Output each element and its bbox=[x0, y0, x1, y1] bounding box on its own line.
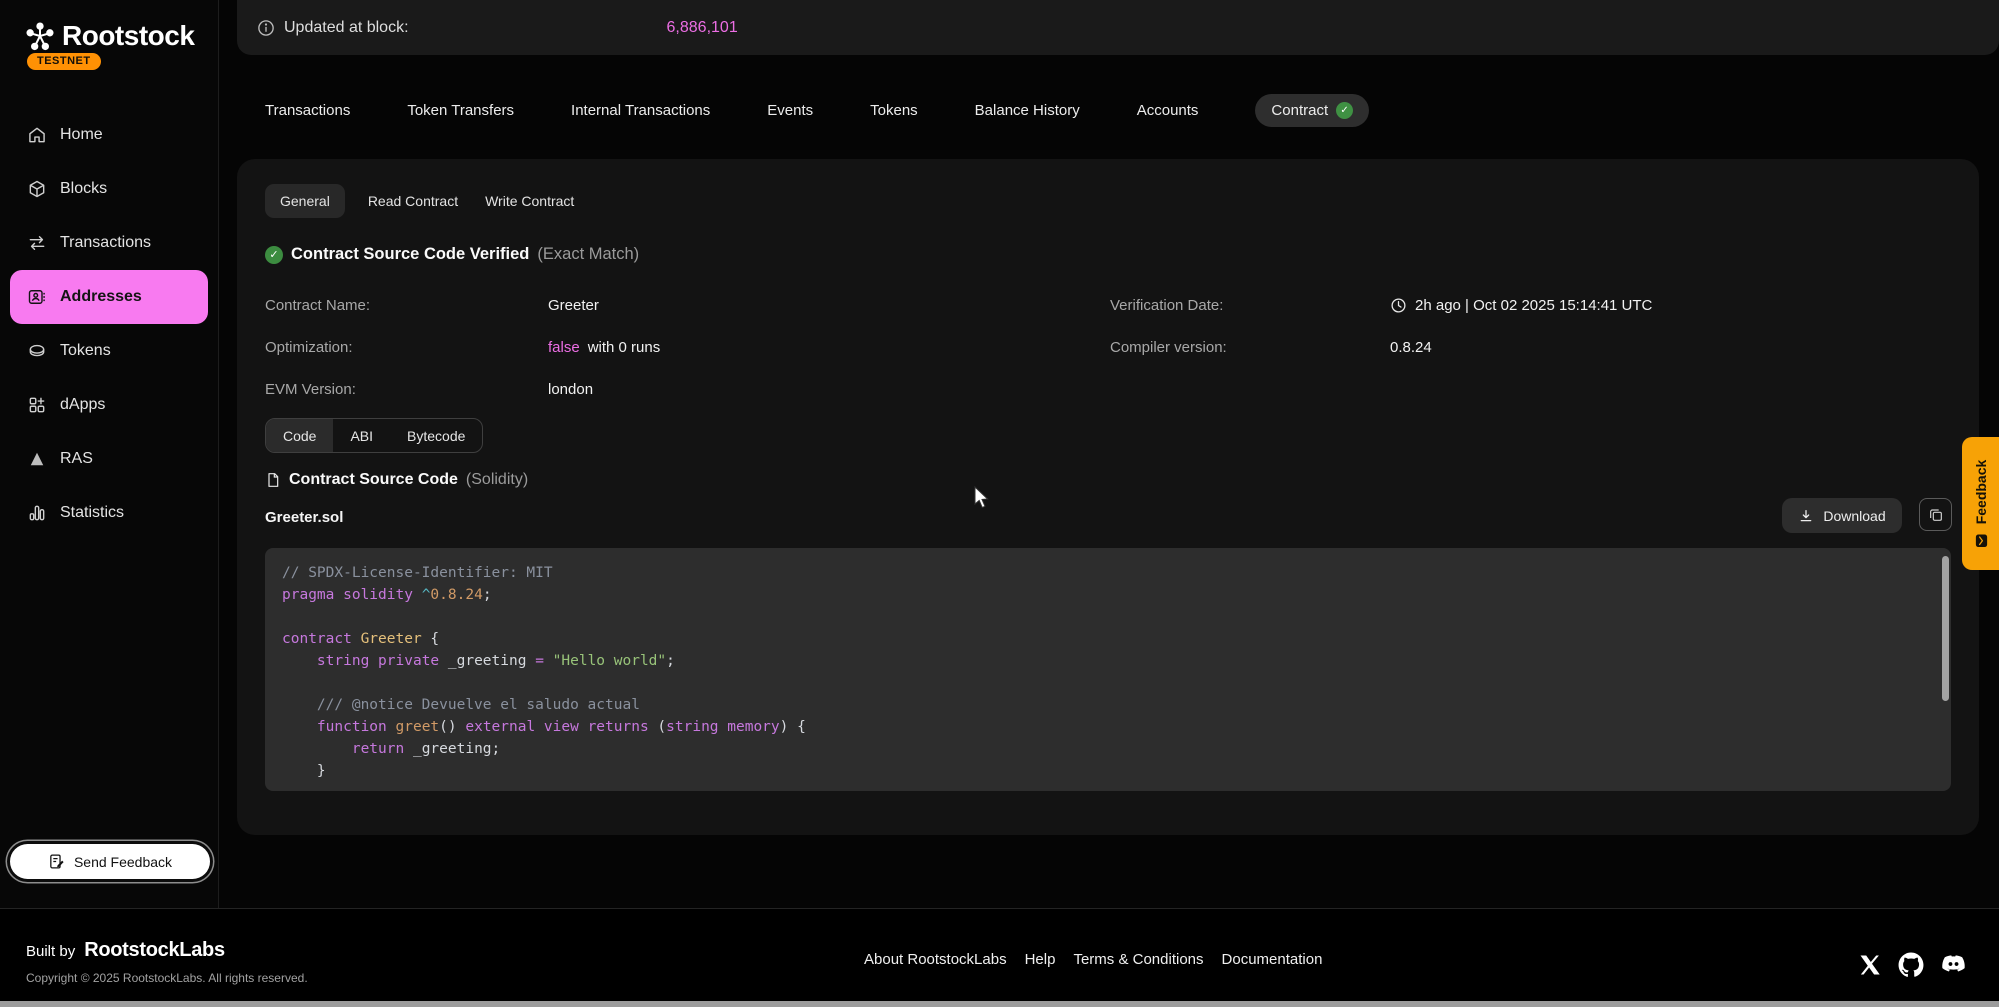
source-code-block[interactable]: // SPDX-License-Identifier: MITpragma so… bbox=[265, 548, 1951, 791]
copy-source-button[interactable] bbox=[1919, 498, 1952, 531]
compiler-version-label: Compiler version: bbox=[1110, 339, 1390, 356]
source-code-heading: Contract Source Code (Solidity) bbox=[265, 471, 528, 489]
brand-logo[interactable]: Rootstock bbox=[24, 20, 194, 52]
subtab-write-contract[interactable]: Write Contract bbox=[481, 184, 578, 218]
sidebar-item-tokens[interactable]: Tokens bbox=[0, 324, 218, 378]
copyright-text: Copyright © 2025 RootstockLabs. All righ… bbox=[26, 971, 308, 985]
send-feedback-button[interactable]: Send Feedback bbox=[10, 844, 210, 879]
optimization-value: false with 0 runs bbox=[548, 339, 1110, 356]
brand-name: Rootstock bbox=[62, 20, 194, 52]
feedback-form-icon bbox=[48, 853, 65, 870]
verified-check-icon: ✓ bbox=[265, 246, 283, 264]
home-icon bbox=[27, 125, 47, 145]
rootstock-logo-icon bbox=[24, 20, 56, 52]
sidebar-item-transactions[interactable]: Transactions bbox=[0, 216, 218, 270]
contract-panel: General Read Contract Write Contract ✓ C… bbox=[237, 159, 1979, 835]
sidebar: Rootstock TESTNET Home Blocks Transactio… bbox=[0, 0, 219, 908]
download-button[interactable]: Download bbox=[1782, 498, 1902, 533]
info-icon bbox=[257, 19, 275, 37]
verification-date-label: Verification Date: bbox=[1110, 297, 1390, 314]
sidebar-item-statistics[interactable]: Statistics bbox=[0, 486, 218, 540]
discord-icon[interactable] bbox=[1940, 951, 1967, 978]
tab-balance-history[interactable]: Balance History bbox=[975, 102, 1080, 119]
download-icon bbox=[1798, 508, 1814, 524]
updated-block-label: Updated at block: bbox=[284, 19, 409, 37]
contract-fields: Contract Name: Greeter Verification Date… bbox=[265, 284, 1652, 410]
evm-version-value: london bbox=[548, 381, 1110, 398]
clock-icon bbox=[1390, 297, 1407, 314]
sidebar-item-addresses[interactable]: Addresses bbox=[10, 270, 208, 324]
tab-accounts[interactable]: Accounts bbox=[1137, 102, 1199, 119]
contract-name-value: Greeter bbox=[548, 297, 1110, 314]
github-icon[interactable] bbox=[1898, 952, 1924, 978]
code-scrollbar-thumb[interactable] bbox=[1942, 556, 1949, 701]
feedback-envelope-icon bbox=[1973, 533, 1988, 548]
tab-events[interactable]: Events bbox=[767, 102, 813, 119]
horizontal-scrollbar[interactable] bbox=[0, 1001, 1999, 1007]
sidebar-item-ras[interactable]: RAS bbox=[0, 432, 218, 486]
cube-icon bbox=[27, 179, 47, 199]
footer-link-documentation[interactable]: Documentation bbox=[1222, 951, 1323, 968]
sidebar-item-blocks[interactable]: Blocks bbox=[0, 162, 218, 216]
optimization-label: Optimization: bbox=[265, 339, 548, 356]
tab-token-transfers[interactable]: Token Transfers bbox=[407, 102, 514, 119]
sidebar-item-home[interactable]: Home bbox=[0, 108, 218, 162]
tab-transactions[interactable]: Transactions bbox=[265, 102, 350, 119]
code-content: // SPDX-License-Identifier: MITpragma so… bbox=[265, 548, 1951, 782]
document-icon bbox=[265, 472, 281, 488]
source-file-name: Greeter.sol bbox=[265, 509, 343, 526]
rootstocklabs-logo[interactable]: RootstockLabs bbox=[84, 939, 225, 962]
code-view-switch: Code ABI Bytecode bbox=[265, 418, 483, 453]
footer-links: About RootstockLabs Help Terms & Conditi… bbox=[864, 951, 1322, 968]
social-icons bbox=[1858, 951, 1967, 978]
verified-heading: ✓ Contract Source Code Verified (Exact M… bbox=[265, 245, 639, 264]
testnet-badge: TESTNET bbox=[27, 53, 101, 70]
swap-arrows-icon bbox=[27, 233, 47, 253]
compiler-version-value: 0.8.24 bbox=[1390, 339, 1652, 356]
bar-chart-icon bbox=[27, 503, 47, 523]
abi-tab[interactable]: ABI bbox=[333, 419, 390, 452]
subtab-general[interactable]: General bbox=[265, 184, 345, 218]
built-by-label: Built by bbox=[26, 943, 75, 960]
contract-name-label: Contract Name: bbox=[265, 297, 548, 314]
tab-internal-transactions[interactable]: Internal Transactions bbox=[571, 102, 710, 119]
updated-block-strip: Updated at block: 6,886,101 bbox=[237, 0, 1999, 55]
tab-contract[interactable]: Contract ✓ bbox=[1255, 94, 1369, 127]
feedback-side-tab[interactable]: Feedback bbox=[1962, 437, 1999, 570]
code-tab[interactable]: Code bbox=[266, 419, 333, 452]
contract-subtabs: General Read Contract Write Contract bbox=[265, 184, 578, 218]
dapps-grid-icon bbox=[27, 395, 47, 415]
footer-link-help[interactable]: Help bbox=[1025, 951, 1056, 968]
bytecode-tab[interactable]: Bytecode bbox=[390, 419, 482, 452]
contract-verified-check-icon: ✓ bbox=[1336, 102, 1353, 119]
sidebar-item-dapps[interactable]: dApps bbox=[0, 378, 218, 432]
evm-version-label: EVM Version: bbox=[265, 381, 548, 398]
subtab-read-contract[interactable]: Read Contract bbox=[364, 184, 462, 218]
tab-tokens[interactable]: Tokens bbox=[870, 102, 918, 119]
sidebar-nav: Home Blocks Transactions Addresses Token… bbox=[0, 108, 218, 540]
footer-link-terms[interactable]: Terms & Conditions bbox=[1073, 951, 1203, 968]
address-tabs: Transactions Token Transfers Internal Tr… bbox=[237, 92, 1369, 128]
footer: Built by RootstockLabs Copyright © 2025 … bbox=[0, 908, 1999, 1001]
rootstock-explorer-page: Updated at block: 6,886,101 Rootstock TE… bbox=[0, 0, 1999, 1007]
address-card-icon bbox=[27, 287, 47, 307]
x-twitter-icon[interactable] bbox=[1858, 953, 1882, 977]
verification-date-value: 2h ago | Oct 02 2025 15:14:41 UTC bbox=[1390, 297, 1652, 314]
footer-link-about[interactable]: About RootstockLabs bbox=[864, 951, 1007, 968]
coin-icon bbox=[27, 341, 47, 361]
block-number-link[interactable]: 6,886,101 bbox=[667, 19, 738, 37]
copy-icon bbox=[1928, 507, 1944, 523]
ras-triangle-icon bbox=[27, 449, 47, 469]
